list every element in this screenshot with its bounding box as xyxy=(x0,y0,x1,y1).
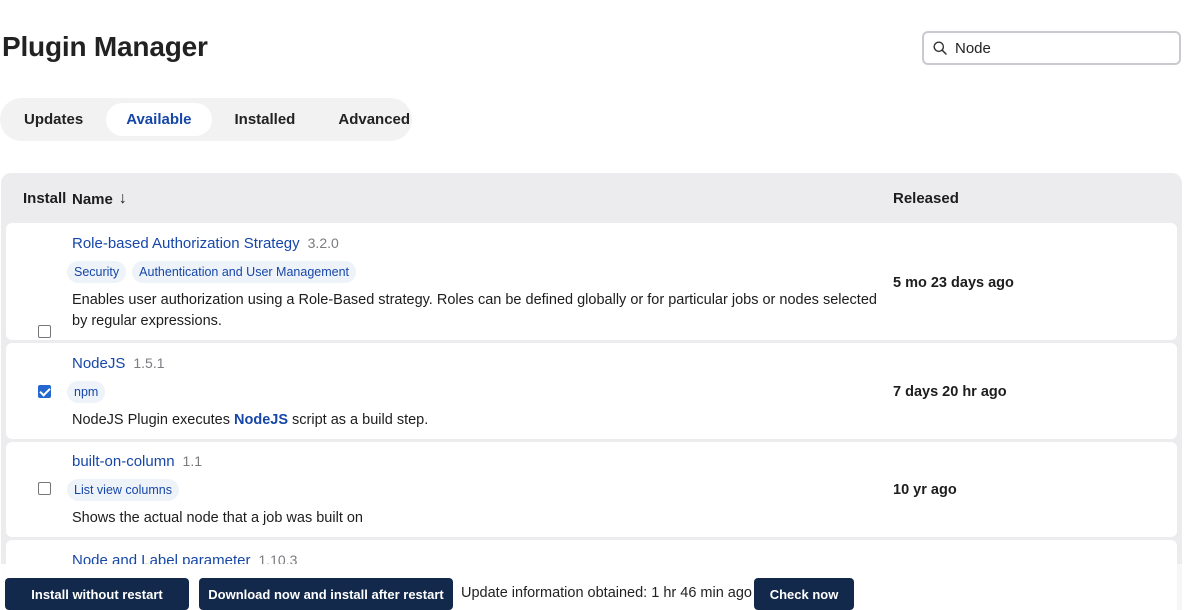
plugin-name-link[interactable]: NodeJS xyxy=(72,355,125,372)
table-row: built-on-column 1.1 List view columns Sh… xyxy=(6,442,1177,537)
tab-installed[interactable]: Installed xyxy=(215,103,316,136)
check-now-button[interactable]: Check now xyxy=(754,578,854,610)
table-row: NodeJS 1.5.1 npm NodeJS Plugin executes … xyxy=(6,343,1177,439)
plugin-version: 3.2.0 xyxy=(307,235,339,251)
tab-bar: Updates Available Installed Advanced xyxy=(0,98,412,141)
plugin-tags: List view columns xyxy=(67,479,185,501)
plugin-tags: npm xyxy=(67,381,111,403)
install-checkbox[interactable] xyxy=(38,385,51,398)
update-info-text: Update information obtained: 1 hr 46 min… xyxy=(461,585,752,601)
description-text: NodeJS Plugin executes xyxy=(72,412,235,428)
tag-security[interactable]: Security xyxy=(67,261,127,283)
plugin-tags: Security Authentication and User Managem… xyxy=(67,261,362,283)
plugin-version: 1.5.1 xyxy=(133,355,165,371)
column-header-name[interactable]: Name ↓ xyxy=(72,190,127,208)
tag-list-view-columns[interactable]: List view columns xyxy=(67,479,179,501)
plugin-title: Role-based Authorization Strategy 3.2.0 xyxy=(72,235,339,252)
column-header-install: Install xyxy=(23,190,67,207)
plugin-title: built-on-column 1.1 xyxy=(72,453,202,470)
bottom-action-bar: Install without restart Download now and… xyxy=(0,564,1191,610)
plugins-table: Install Name ↓ Released Role-based Autho… xyxy=(1,173,1182,610)
search-icon xyxy=(933,41,947,55)
page-title: Plugin Manager xyxy=(2,31,208,62)
plugin-name-link[interactable]: Role-based Authorization Strategy xyxy=(72,235,300,252)
install-checkbox[interactable] xyxy=(38,482,51,495)
column-header-name-label: Name xyxy=(72,190,113,208)
table-header: Install Name ↓ Released xyxy=(1,173,1182,223)
plugin-description: Shows the actual node that a job was bui… xyxy=(72,510,363,526)
description-text: script as a build step. xyxy=(288,412,429,428)
plugin-description: Enables user authorization using a Role-… xyxy=(72,292,877,329)
plugin-name-link[interactable]: built-on-column xyxy=(72,453,175,470)
install-without-restart-button[interactable]: Install without restart xyxy=(5,578,189,610)
search-box[interactable] xyxy=(922,31,1181,65)
plugin-version: 1.1 xyxy=(182,453,203,469)
tab-available[interactable]: Available xyxy=(106,103,212,136)
tab-updates[interactable]: Updates xyxy=(4,103,103,136)
plugin-description: NodeJS Plugin executes NodeJS script as … xyxy=(72,410,890,431)
plugin-title: NodeJS 1.5.1 xyxy=(72,355,165,372)
column-header-released[interactable]: Released xyxy=(893,190,959,207)
search-input[interactable] xyxy=(955,39,1175,57)
released-date: 10 yr ago xyxy=(893,482,957,498)
table-row: Role-based Authorization Strategy 3.2.0 … xyxy=(6,223,1177,340)
released-date: 5 mo 23 days ago xyxy=(893,275,1014,291)
download-install-after-restart-button[interactable]: Download now and install after restart xyxy=(199,578,453,610)
tag-authentication[interactable]: Authentication and User Management xyxy=(132,261,357,283)
tab-advanced[interactable]: Advanced xyxy=(318,103,430,136)
tag-npm[interactable]: npm xyxy=(67,381,106,403)
nodejs-link[interactable]: NodeJS xyxy=(234,412,288,428)
install-checkbox[interactable] xyxy=(38,325,51,338)
sort-arrow-down-icon: ↓ xyxy=(118,190,127,207)
released-date: 7 days 20 hr ago xyxy=(893,384,1007,400)
